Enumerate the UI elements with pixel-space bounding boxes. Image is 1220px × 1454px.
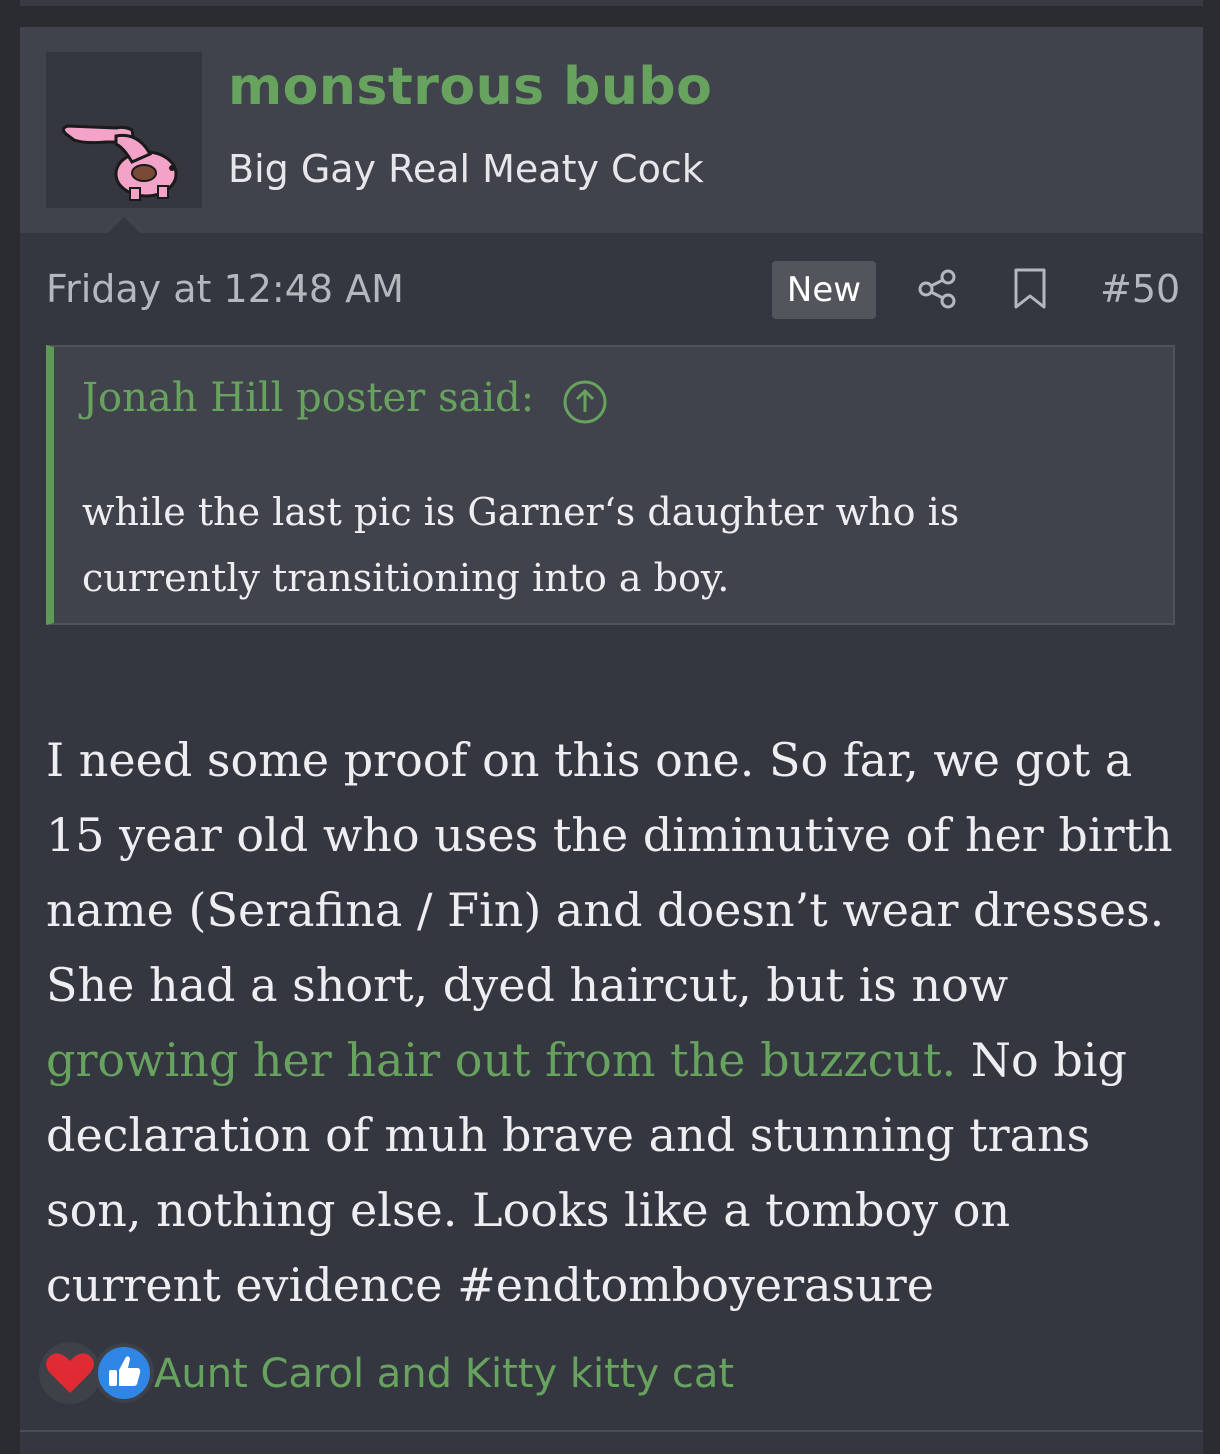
- username-link[interactable]: monstrous bubo: [228, 57, 712, 117]
- pink-creature-icon: [61, 124, 178, 201]
- message-link[interactable]: growing her hair out from the buzzcut.: [46, 1033, 956, 1087]
- reactions-bar: Aunt Carol and Kitty kitty cat: [38, 1341, 1198, 1411]
- avatar-pointer: [108, 217, 140, 233]
- message-text-before: I need some proof on this one. So far, w…: [46, 733, 1173, 1012]
- post-user-block: monstrous bubo Big Gay Real Meaty Cock: [20, 27, 1203, 233]
- post-number-link[interactable]: #50: [1100, 267, 1180, 311]
- bookmark-icon[interactable]: [1012, 267, 1048, 315]
- arrow-up-circle-icon[interactable]: [562, 379, 608, 429]
- share-icon[interactable]: [916, 267, 960, 315]
- like-icon[interactable]: [94, 1343, 154, 1407]
- previous-post-divider: [20, 0, 1203, 6]
- heart-icon[interactable]: [38, 1341, 102, 1409]
- forum-post: monstrous bubo Big Gay Real Meaty Cock F…: [20, 27, 1203, 1454]
- post-message: I need some proof on this one. So far, w…: [46, 723, 1196, 1323]
- avatar[interactable]: [46, 52, 202, 208]
- post-footer-divider: [20, 1430, 1203, 1432]
- post-date-link[interactable]: Friday at 12:48 AM: [46, 267, 404, 311]
- quote-author-link[interactable]: Jonah Hill poster said:: [82, 375, 534, 421]
- new-badge: New: [772, 261, 876, 319]
- quote-header: Jonah Hill poster said:: [54, 347, 1173, 457]
- reaction-users-link[interactable]: Aunt Carol and Kitty kitty cat: [154, 1351, 734, 1397]
- user-title: Big Gay Real Meaty Cock: [228, 147, 704, 191]
- quote-text: while the last pic is Garner‘s daughter …: [82, 490, 960, 600]
- quote-block: Jonah Hill poster said: while the last p…: [46, 345, 1175, 625]
